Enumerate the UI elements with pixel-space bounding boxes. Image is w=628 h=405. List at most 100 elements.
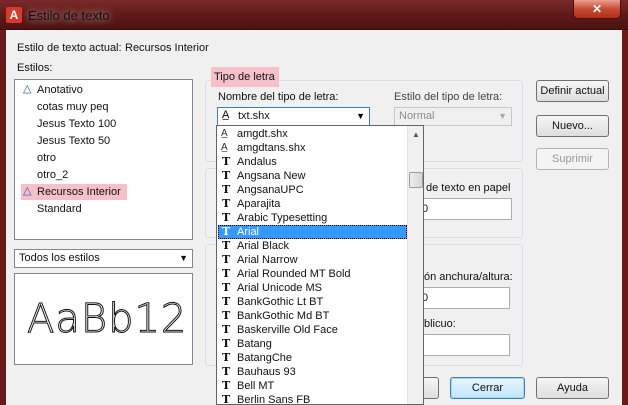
chevron-down-icon: ▼	[498, 111, 507, 121]
style-item-label: Anotativo	[37, 84, 83, 96]
styles-list[interactable]: △ Anotativo cotas muy peq Jesus Texto 10…	[14, 79, 193, 240]
truetype-icon: T	[222, 197, 231, 210]
font-list-item[interactable]: T Angsana New	[218, 169, 407, 183]
truetype-icon: T	[222, 393, 231, 405]
font-list-item-label: Bell MT	[237, 380, 275, 392]
scroll-up-icon[interactable]: ▲	[408, 126, 423, 143]
font-list-item[interactable]: T Berlin Sans FB	[218, 393, 407, 405]
style-item-label: Recursos Interior	[37, 186, 121, 198]
font-list-item[interactable]: T Andalus	[218, 155, 407, 169]
truetype-icon: T	[222, 183, 231, 196]
style-filter-value: Todos los estilos	[19, 252, 100, 264]
chevron-down-icon: ▼	[179, 253, 188, 263]
font-list-item[interactable]: T Arial	[218, 225, 407, 239]
font-list-item[interactable]: T BatangChe	[218, 351, 407, 365]
dropdown-scrollbar[interactable]: ▲	[407, 126, 423, 404]
font-list-item[interactable]: A̲ amgdtans.shx	[218, 141, 407, 155]
text-style-dialog: A Estilo de texto ✕ Estilo de texto actu…	[0, 0, 628, 405]
style-preview: AaBb12	[14, 273, 193, 365]
font-list-item-label: Baskerville Old Face	[237, 324, 338, 336]
font-group-label: Tipo de letra	[211, 67, 279, 87]
font-list-item-label: amgdtans.shx	[237, 142, 306, 154]
style-item[interactable]: otro_2	[21, 167, 68, 183]
style-filter-select[interactable]: Todos los estilos ▼	[14, 249, 193, 268]
oblique-angle-label: blicuo:	[424, 318, 456, 330]
style-item[interactable]: cotas muy peq	[21, 99, 109, 115]
annotative-icon: △	[23, 185, 32, 197]
font-list-item[interactable]: A̲ amgdt.shx	[218, 127, 407, 141]
font-list-item[interactable]: T Arabic Typesetting	[218, 211, 407, 225]
shx-font-icon: A̲	[221, 142, 228, 153]
font-list-item-label: Arial Narrow	[237, 254, 298, 266]
font-list-item-label: BatangChe	[237, 352, 293, 364]
font-list-item[interactable]: T Batang	[218, 337, 407, 351]
font-list-item-label: Angsana New	[237, 170, 306, 182]
style-item[interactable]: Standard	[21, 201, 82, 217]
title-bar[interactable]: A Estilo de texto ✕	[0, 0, 628, 30]
app-icon: A	[6, 7, 22, 23]
font-list-item-label: Batang	[237, 338, 272, 350]
font-list-item-label: BankGothic Lt BT	[237, 296, 324, 308]
window-title: Estilo de texto	[28, 8, 110, 23]
font-list-item-label: BankGothic Md BT	[237, 310, 330, 322]
truetype-icon: T	[222, 211, 231, 224]
font-list-item[interactable]: T BankGothic Lt BT	[218, 295, 407, 309]
truetype-icon: T	[222, 379, 231, 392]
font-list-item[interactable]: T BankGothic Md BT	[218, 309, 407, 323]
preview-text: AaBb12	[26, 296, 188, 343]
truetype-icon: T	[222, 225, 231, 238]
truetype-icon: T	[222, 155, 231, 168]
font-list-item[interactable]: T Arial Unicode MS	[218, 281, 407, 295]
shx-font-icon: A̲	[222, 109, 230, 121]
font-list-item-label: Aparajita	[237, 198, 281, 210]
font-list-item[interactable]: T Aparajita	[218, 197, 407, 211]
font-list-item[interactable]: T Baskerville Old Face	[218, 323, 407, 337]
style-item[interactable]: Jesus Texto 100	[21, 116, 116, 132]
width-factor-label: ón anchura/altura:	[424, 271, 513, 283]
current-style-label: Estilo de texto actual:	[17, 42, 122, 54]
truetype-icon: T	[222, 337, 231, 350]
truetype-icon: T	[222, 281, 231, 294]
truetype-icon: T	[222, 253, 231, 266]
scrollbar-thumb[interactable]	[409, 172, 423, 188]
close-button[interactable]: ✕	[573, 0, 621, 19]
set-current-button[interactable]: Definir actual	[536, 80, 609, 102]
styles-label: Estilos:	[17, 62, 53, 74]
truetype-icon: T	[222, 365, 231, 378]
truetype-icon: T	[222, 239, 231, 252]
shx-font-icon: A̲	[221, 128, 228, 139]
delete-style-button[interactable]: Suprimir	[536, 148, 609, 170]
font-list-item[interactable]: T AngsanaUPC	[218, 183, 407, 197]
chevron-down-icon: ▼	[356, 111, 365, 121]
font-list-item-label: amgdt.shx	[237, 128, 288, 140]
truetype-icon: T	[222, 267, 231, 280]
font-list-item-label: Bauhaus 93	[237, 366, 296, 378]
font-name-dropdown-list[interactable]: A̲ amgdt.shx A̲ amgdtans.shx T Andalus T Angsan…	[216, 125, 424, 405]
style-item-anotativo[interactable]: △ Anotativo	[21, 82, 83, 98]
new-style-button[interactable]: Nuevo...	[536, 115, 609, 137]
font-list-item[interactable]: T Arial Rounded MT Bold	[218, 267, 407, 281]
font-name-select[interactable]: A̲ txt.shx ▼	[217, 107, 370, 126]
font-name-value: txt.shx	[238, 110, 270, 122]
current-style-value: Recursos Interior	[125, 42, 209, 54]
paper-height-input[interactable]: 0	[418, 198, 512, 220]
font-list-item[interactable]: T Bauhaus 93	[218, 365, 407, 379]
oblique-angle-input[interactable]	[418, 334, 510, 356]
truetype-icon: T	[222, 309, 231, 322]
font-list-item[interactable]: T Bell MT	[218, 379, 407, 393]
style-item-recursos-interior[interactable]: △ Recursos Interior	[21, 184, 127, 200]
font-list-item[interactable]: T Arial Narrow	[218, 253, 407, 267]
font-list-item-label: Arial	[237, 226, 260, 238]
width-factor-input[interactable]: 0	[418, 287, 510, 309]
close-dialog-button[interactable]: Cerrar	[450, 377, 525, 399]
font-list-item-label: Arial Unicode MS	[237, 282, 322, 294]
style-item[interactable]: Jesus Texto 50	[21, 133, 110, 149]
help-button[interactable]: Ayuda	[536, 377, 609, 399]
font-list-item-label: Berlin Sans FB	[237, 394, 311, 405]
font-style-select[interactable]: Normal ▼	[394, 107, 512, 126]
font-list-item[interactable]: T Arial Black	[218, 239, 407, 253]
style-item[interactable]: otro	[21, 150, 56, 166]
truetype-icon: T	[222, 295, 231, 308]
font-name-label: Nombre del tipo de letra:	[218, 91, 339, 103]
font-style-value: Normal	[399, 110, 435, 122]
